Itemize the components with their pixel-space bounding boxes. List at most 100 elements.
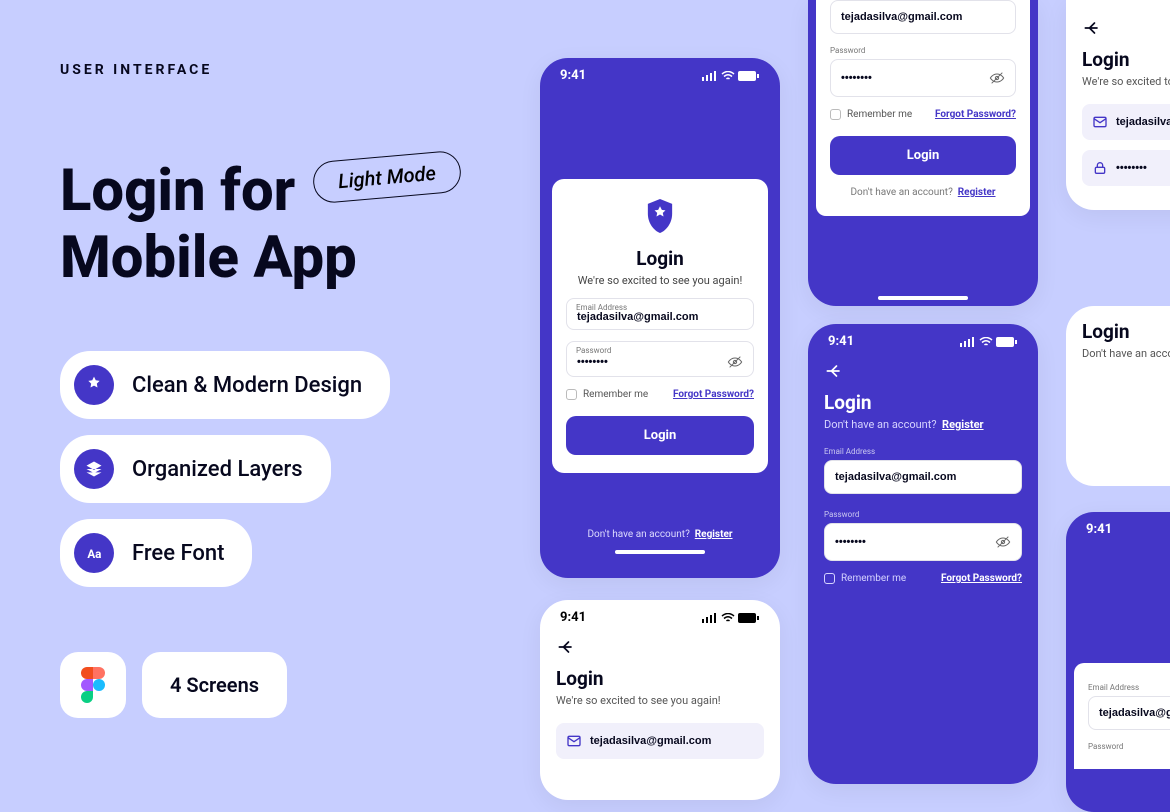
feature-pill-design: Clean & Modern Design [60, 351, 390, 419]
feature-list: Clean & Modern Design Organized Layers A… [60, 351, 490, 587]
phone-screen-light-login-3: Login Don't have an account? [1066, 306, 1170, 486]
wifi-icon [721, 613, 735, 623]
battery-icon [738, 613, 760, 623]
password-field[interactable] [1082, 150, 1170, 186]
status-bar: 9:41 [808, 324, 1038, 355]
password-label: Password [824, 510, 1022, 519]
home-indicator [878, 296, 968, 300]
login-title: Login [1082, 48, 1170, 71]
login-title: Login [566, 247, 754, 270]
back-button[interactable] [824, 355, 1022, 391]
back-button[interactable] [1082, 12, 1170, 48]
marketing-panel: USER INTERFACE Login for Light Mode Mobi… [60, 62, 490, 587]
phone-screen-light-login-crop: Login We're so excited to see you again!… [1066, 0, 1170, 210]
status-bar: 9:41 [540, 58, 780, 89]
status-time: 9:41 [560, 610, 586, 625]
remember-me-checkbox[interactable]: Remember me [824, 573, 906, 584]
password-field[interactable] [830, 59, 1016, 97]
login-card: Login We're so excited to see you again!… [552, 179, 768, 473]
figma-icon [81, 667, 105, 703]
password-visibility-toggle[interactable] [727, 354, 743, 370]
email-label: Email Address [576, 303, 764, 312]
register-prompt: Don't have an account? Register [830, 187, 1016, 198]
phone-screen-card-login-cropped: Password Remember me Forgot Password? Lo… [808, 0, 1038, 306]
email-input[interactable] [835, 471, 1011, 483]
email-field[interactable] [1082, 104, 1170, 140]
feature-label: Free Font [132, 541, 224, 566]
email-label: Email Address [824, 447, 1022, 456]
password-input[interactable] [1116, 162, 1170, 174]
forgot-password-link[interactable]: Forgot Password? [673, 389, 754, 400]
remember-label: Remember me [583, 389, 648, 400]
status-time: 9:41 [1086, 522, 1112, 537]
email-input[interactable] [590, 735, 754, 747]
login-button[interactable]: Login [830, 136, 1016, 175]
email-input[interactable] [1116, 116, 1170, 128]
figma-chip [60, 652, 126, 718]
email-label: Email Address [1088, 683, 1170, 692]
signal-icon [702, 71, 718, 81]
mode-pill: Light Mode [312, 150, 463, 205]
password-visibility-toggle[interactable] [989, 70, 1005, 86]
star-badge-icon [74, 365, 114, 405]
layers-icon [74, 449, 114, 489]
register-link[interactable]: Register [958, 187, 996, 198]
password-visibility-toggle[interactable] [995, 534, 1011, 550]
login-subtitle: We're so excited to see you again! [1082, 75, 1170, 88]
register-prompt: Don't have an account? Register [540, 529, 780, 540]
signal-icon [960, 337, 976, 347]
mail-icon [1092, 114, 1108, 130]
mail-icon [566, 733, 582, 749]
email-field[interactable] [556, 723, 764, 759]
home-indicator [615, 550, 705, 554]
login-title: Login [556, 667, 764, 690]
password-label: Password [576, 346, 764, 355]
forgot-password-link[interactable]: Forgot Password? [935, 109, 1016, 120]
password-input[interactable] [841, 72, 989, 84]
wifi-icon [721, 71, 735, 81]
feature-label: Organized Layers [132, 457, 303, 482]
password-input[interactable] [577, 356, 727, 368]
shield-icon [643, 199, 677, 233]
section-eyebrow: USER INTERFACE [60, 62, 490, 78]
battery-icon [738, 71, 760, 81]
password-input[interactable] [835, 536, 995, 548]
remember-me-checkbox[interactable]: Remember me [830, 109, 912, 120]
email-input[interactable] [841, 11, 1005, 23]
forgot-password-link[interactable]: Forgot Password? [941, 573, 1022, 584]
email-field[interactable] [1088, 696, 1170, 730]
svg-text:Aa: Aa [87, 547, 101, 561]
register-link[interactable]: Register [695, 529, 733, 540]
login-button[interactable]: Login [566, 416, 754, 455]
wifi-icon [979, 337, 993, 347]
phone-screen-card-login-partial: 9:41 Email Address Password [1066, 512, 1170, 812]
login-subtitle: We're so excited to see you again! [566, 274, 754, 287]
font-icon: Aa [74, 533, 114, 573]
status-bar: 9:41 [540, 600, 780, 631]
bottom-chips: 4 Screens [60, 652, 287, 718]
login-subtitle: We're so excited to see you again! [556, 694, 764, 707]
lock-icon [1092, 160, 1108, 176]
email-field[interactable] [824, 460, 1022, 494]
phone-screen-light-login-2: 9:41 Login We're so excited to see you a… [540, 600, 780, 800]
remember-me-checkbox[interactable]: Remember me [566, 389, 648, 400]
battery-icon [996, 337, 1018, 347]
status-bar: 9:41 [1066, 512, 1170, 543]
status-time: 9:41 [828, 334, 854, 349]
feature-pill-font: Aa Free Font [60, 519, 252, 587]
register-link[interactable]: Register [942, 418, 984, 431]
register-prompt: Don't have an account? [1082, 347, 1170, 360]
email-input[interactable] [1099, 707, 1170, 719]
feature-label: Clean & Modern Design [132, 373, 362, 398]
headline-line-1: Login for [60, 158, 295, 225]
feature-pill-layers: Organized Layers [60, 435, 331, 503]
back-button[interactable] [556, 631, 764, 667]
signal-icon [702, 613, 718, 623]
phone-screen-card-login: 9:41 Login We're so excited to see you a… [540, 58, 780, 578]
email-field[interactable] [830, 0, 1016, 34]
headline-line-2: Mobile App [60, 225, 490, 292]
register-prompt: Don't have an account? Register [824, 418, 1022, 431]
password-field[interactable] [824, 523, 1022, 561]
email-input[interactable] [577, 311, 743, 323]
password-label: Password [1088, 742, 1170, 751]
